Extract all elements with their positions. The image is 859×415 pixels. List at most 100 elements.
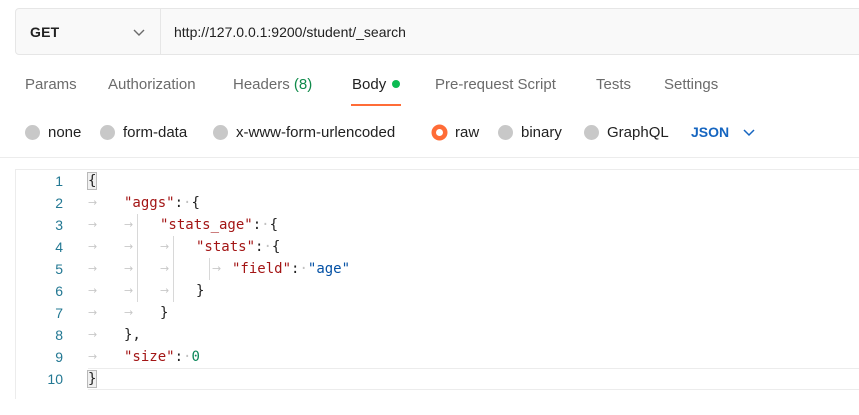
line-number: 3: [55, 217, 63, 233]
request-url-bar: GET: [15, 8, 859, 55]
tab-arrow-icon: →: [124, 240, 134, 253]
radio-circle-icon: [100, 124, 115, 140]
tab-tests[interactable]: Tests: [596, 70, 631, 93]
code-line: 5 → → → → "field":·"age": [16, 258, 859, 280]
json-key: "field": [232, 261, 292, 277]
json-brace: },: [124, 327, 141, 343]
code-line: 6 → → → }: [16, 280, 859, 302]
tab-arrow-icon: →: [124, 284, 134, 297]
line-number: 10: [47, 371, 63, 387]
method-dropdown[interactable]: GET: [16, 9, 161, 54]
radio-graphql-label: GraphQL: [607, 123, 669, 141]
code-text: "size":·0: [124, 349, 200, 365]
tab-arrow-icon: →: [88, 196, 98, 209]
tab-arrow-icon: →: [88, 328, 98, 341]
json-brace: {: [269, 217, 279, 233]
radio-binary[interactable]: binary: [498, 119, 562, 145]
json-key: "stats_age": [160, 217, 253, 233]
json-key: "stats": [196, 239, 256, 255]
code-text: "stats":·{: [196, 239, 281, 255]
line-number: 2: [55, 195, 63, 211]
line-number: 1: [55, 173, 63, 189]
code-text: "aggs":·{: [124, 195, 200, 211]
tab-arrow-icon: →: [88, 306, 98, 319]
line-number: 4: [55, 239, 63, 255]
url-input[interactable]: [161, 9, 859, 54]
radio-binary-label: binary: [521, 123, 562, 141]
line-number: 6: [55, 283, 63, 299]
radio-none[interactable]: none: [25, 119, 81, 145]
json-key: "size": [124, 349, 175, 365]
line-number: 7: [55, 305, 63, 321]
code-line: 4 → → → "stats":·{: [16, 236, 859, 258]
tab-pre-request-script-label: Pre-request Script: [435, 76, 556, 93]
radio-graphql[interactable]: GraphQL: [584, 119, 669, 145]
tab-arrow-icon: →: [88, 262, 98, 275]
tab-headers[interactable]: Headers (8): [233, 70, 312, 93]
json-brace: {: [86, 172, 98, 190]
tab-arrow-icon: →: [160, 262, 170, 275]
tab-arrow-icon: →: [124, 262, 134, 275]
json-brace: }: [196, 283, 205, 299]
json-colon: :: [174, 195, 184, 211]
tab-tests-label: Tests: [596, 76, 632, 93]
tab-arrow-icon: →: [88, 218, 98, 231]
tab-params-label: Params: [25, 76, 77, 93]
tab-arrow-icon: →: [124, 218, 134, 231]
code-line: 10 }: [16, 368, 859, 390]
code-text: }: [86, 368, 98, 390]
radio-circle-icon: [498, 124, 513, 140]
radio-circle-icon: [584, 124, 599, 140]
tab-arrow-icon: →: [160, 240, 170, 253]
tab-headers-label: Headers: [233, 76, 290, 93]
code-text: "field":·"age": [232, 261, 351, 277]
radio-form-data[interactable]: form-data: [100, 119, 187, 145]
code-line: 3 → → "stats_age":·{: [16, 214, 859, 236]
section-divider: [0, 157, 859, 158]
radio-x-www-form-urlencoded-label: x-www-form-urlencoded: [236, 123, 396, 141]
method-label: GET: [30, 23, 60, 40]
radio-none-label: none: [48, 123, 82, 141]
code-line: 2 → "aggs":·{: [16, 192, 859, 214]
line-number: 9: [55, 349, 63, 365]
json-colon: :: [174, 349, 184, 365]
tab-params[interactable]: Params: [25, 70, 77, 93]
json-brace: }: [86, 370, 98, 388]
code-line: 7 → → }: [16, 302, 859, 324]
chevron-down-icon: [133, 29, 145, 36]
headers-count-badge: (8): [293, 76, 313, 93]
tab-pre-request-script[interactable]: Pre-request Script: [435, 70, 556, 93]
tab-settings[interactable]: Settings: [664, 70, 718, 93]
body-code-editor[interactable]: 1 { 2 → "aggs":·{ 3 → → "stats_age":·{ 4…: [15, 169, 859, 399]
json-brace: }: [160, 305, 169, 321]
json-number-value: 0: [191, 349, 200, 365]
tab-authorization-label: Authorization: [108, 76, 196, 93]
tab-authorization[interactable]: Authorization: [108, 70, 196, 93]
code-text: },: [124, 324, 141, 346]
json-string-value: "age": [307, 261, 351, 277]
radio-raw[interactable]: raw: [432, 119, 479, 145]
tab-arrow-icon: →: [88, 284, 98, 297]
code-text: }: [196, 280, 204, 302]
tab-arrow-icon: →: [88, 350, 98, 363]
tab-body-label: Body: [352, 76, 387, 93]
json-brace: {: [191, 195, 200, 211]
tab-body[interactable]: Body: [350, 70, 402, 106]
tab-arrow-icon: →: [212, 262, 222, 275]
tab-arrow-icon: →: [88, 240, 98, 253]
code-text: }: [160, 302, 168, 324]
code-line: 1 {: [16, 170, 859, 192]
body-type-selector: none form-data x-www-form-urlencoded raw…: [0, 119, 859, 145]
code-line: 8 → },: [16, 324, 859, 346]
radio-raw-label: raw: [455, 123, 480, 141]
format-dropdown[interactable]: JSON: [691, 119, 756, 145]
line-number: 8: [55, 327, 63, 343]
code-text: {: [86, 170, 98, 192]
tab-arrow-icon: →: [160, 284, 170, 297]
tab-arrow-icon: →: [124, 306, 134, 319]
json-colon: :: [252, 217, 262, 233]
json-brace: {: [271, 239, 281, 255]
radio-selected-icon: [432, 124, 447, 140]
body-active-dot-icon: [392, 80, 401, 89]
radio-x-www-form-urlencoded[interactable]: x-www-form-urlencoded: [213, 119, 395, 145]
